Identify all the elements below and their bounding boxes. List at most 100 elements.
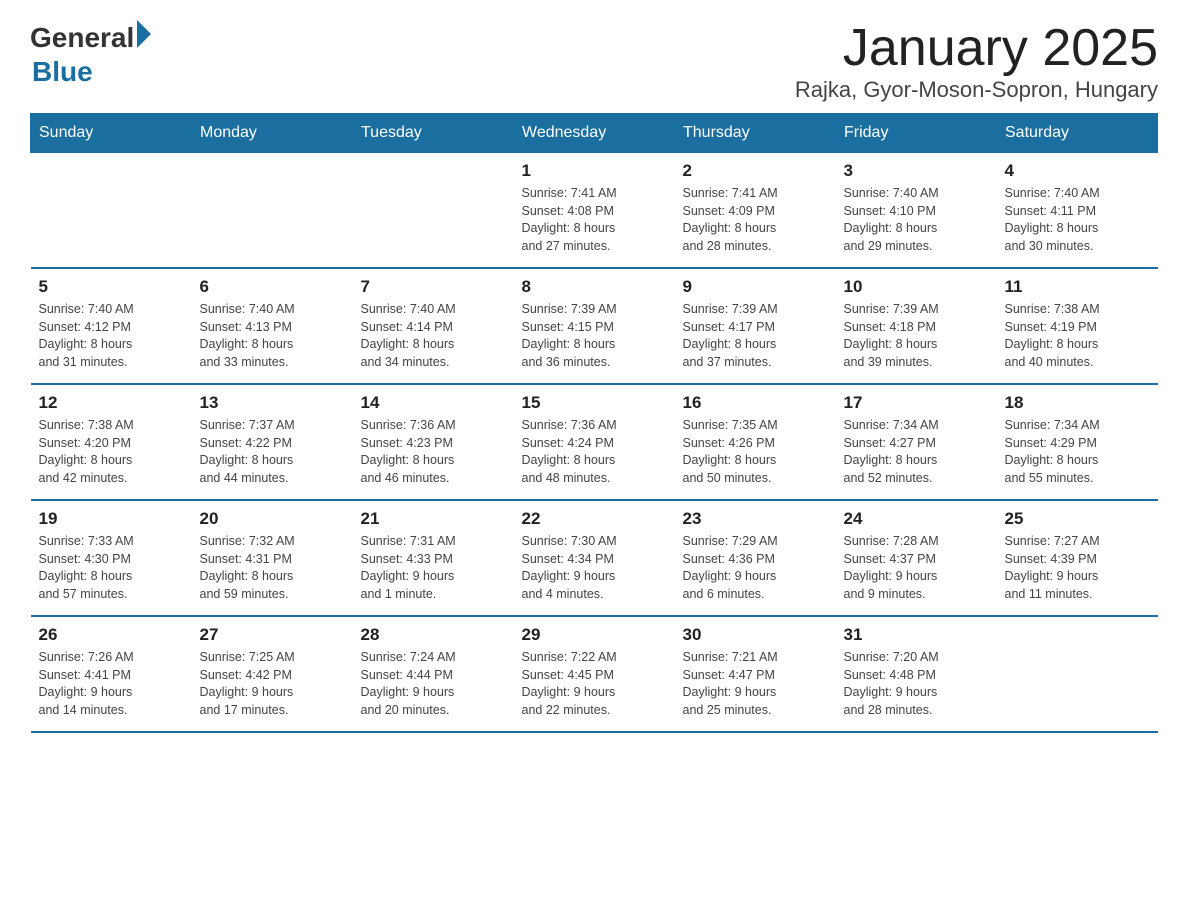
day-number: 13 — [200, 393, 345, 413]
calendar-cell — [192, 153, 353, 269]
day-info: Sunrise: 7:40 AM Sunset: 4:14 PM Dayligh… — [361, 301, 506, 371]
day-number: 21 — [361, 509, 506, 529]
logo-arrow-icon — [137, 20, 151, 48]
day-info: Sunrise: 7:41 AM Sunset: 4:08 PM Dayligh… — [522, 185, 667, 255]
day-info: Sunrise: 7:22 AM Sunset: 4:45 PM Dayligh… — [522, 649, 667, 719]
page-subtitle: Rajka, Gyor-Moson-Sopron, Hungary — [795, 77, 1158, 103]
day-info: Sunrise: 7:36 AM Sunset: 4:23 PM Dayligh… — [361, 417, 506, 487]
day-info: Sunrise: 7:21 AM Sunset: 4:47 PM Dayligh… — [683, 649, 828, 719]
calendar-cell: 15Sunrise: 7:36 AM Sunset: 4:24 PM Dayli… — [514, 384, 675, 500]
day-number: 2 — [683, 161, 828, 181]
day-number: 23 — [683, 509, 828, 529]
day-info: Sunrise: 7:40 AM Sunset: 4:13 PM Dayligh… — [200, 301, 345, 371]
calendar-cell: 6 Sunrise: 7:40 AM Sunset: 4:13 PM Daylig… — [192, 268, 353, 384]
day-number: 1 — [522, 161, 667, 181]
calendar-table: Sunday Monday Tuesday Wednesday Thursday… — [30, 113, 1158, 733]
day-info: Sunrise: 7:24 AM Sunset: 4:44 PM Dayligh… — [361, 649, 506, 719]
day-info: Sunrise: 7:26 AM Sunset: 4:41 PM Dayligh… — [39, 649, 184, 719]
day-number: 28 — [361, 625, 506, 645]
day-number: 15 — [522, 393, 667, 413]
calendar-cell: 17Sunrise: 7:34 AM Sunset: 4:27 PM Dayli… — [836, 384, 997, 500]
calendar-cell: 2 Sunrise: 7:41 AM Sunset: 4:09 PM Daylig… — [675, 153, 836, 269]
calendar-week-row: 19 Sunrise: 7:33 AM Sunset: 4:30 PM Dayli… — [31, 500, 1158, 616]
day-info: Sunrise: 7:38 AM Sunset: 4:19 PM Dayligh… — [1005, 301, 1150, 371]
day-number: 3 — [844, 161, 989, 181]
day-info: Sunrise: 7:37 AM Sunset: 4:22 PM Dayligh… — [200, 417, 345, 487]
logo: General Blue — [30, 20, 151, 88]
calendar-cell: 24 Sunrise: 7:28 AM Sunset: 4:37 PM Dayli… — [836, 500, 997, 616]
calendar-cell: 9 Sunrise: 7:39 AM Sunset: 4:17 PM Daylig… — [675, 268, 836, 384]
header-tuesday: Tuesday — [353, 114, 514, 153]
day-info: Sunrise: 7:30 AM Sunset: 4:34 PM Dayligh… — [522, 533, 667, 603]
day-info: Sunrise: 7:25 AM Sunset: 4:42 PM Dayligh… — [200, 649, 345, 719]
calendar-cell: 20Sunrise: 7:32 AM Sunset: 4:31 PM Dayli… — [192, 500, 353, 616]
page-title: January 2025 — [795, 20, 1158, 77]
day-info: Sunrise: 7:33 AM Sunset: 4:30 PM Dayligh… — [39, 533, 184, 603]
day-number: 12 — [39, 393, 184, 413]
calendar-cell: 8Sunrise: 7:39 AM Sunset: 4:15 PM Daylig… — [514, 268, 675, 384]
day-info: Sunrise: 7:34 AM Sunset: 4:29 PM Dayligh… — [1005, 417, 1150, 487]
calendar-cell: 21Sunrise: 7:31 AM Sunset: 4:33 PM Dayli… — [353, 500, 514, 616]
calendar-cell: 19 Sunrise: 7:33 AM Sunset: 4:30 PM Dayli… — [31, 500, 192, 616]
calendar-week-row: 5 Sunrise: 7:40 AM Sunset: 4:12 PM Daylig… — [31, 268, 1158, 384]
day-number: 8 — [522, 277, 667, 297]
calendar-week-row: 12 Sunrise: 7:38 AM Sunset: 4:20 PM Dayli… — [31, 384, 1158, 500]
calendar-cell: 25 Sunrise: 7:27 AM Sunset: 4:39 PM Dayli… — [997, 500, 1158, 616]
day-number: 20 — [200, 509, 345, 529]
day-info: Sunrise: 7:28 AM Sunset: 4:37 PM Dayligh… — [844, 533, 989, 603]
day-info: Sunrise: 7:39 AM Sunset: 4:17 PM Dayligh… — [683, 301, 828, 371]
header-thursday: Thursday — [675, 114, 836, 153]
day-number: 19 — [39, 509, 184, 529]
page-header: General Blue January 2025 Rajka, Gyor-Mo… — [30, 20, 1158, 103]
calendar-cell: 14 Sunrise: 7:36 AM Sunset: 4:23 PM Dayli… — [353, 384, 514, 500]
day-info: Sunrise: 7:40 AM Sunset: 4:12 PM Dayligh… — [39, 301, 184, 371]
day-number: 26 — [39, 625, 184, 645]
calendar-cell: 11Sunrise: 7:38 AM Sunset: 4:19 PM Dayli… — [997, 268, 1158, 384]
day-number: 5 — [39, 277, 184, 297]
calendar-cell: 18 Sunrise: 7:34 AM Sunset: 4:29 PM Dayli… — [997, 384, 1158, 500]
day-number: 6 — [200, 277, 345, 297]
title-block: January 2025 Rajka, Gyor-Moson-Sopron, H… — [795, 20, 1158, 103]
calendar-week-row: 1 Sunrise: 7:41 AM Sunset: 4:08 PM Daylig… — [31, 153, 1158, 269]
weekday-header-row: Sunday Monday Tuesday Wednesday Thursday… — [31, 114, 1158, 153]
day-number: 30 — [683, 625, 828, 645]
day-number: 9 — [683, 277, 828, 297]
day-number: 25 — [1005, 509, 1150, 529]
calendar-cell: 12 Sunrise: 7:38 AM Sunset: 4:20 PM Dayli… — [31, 384, 192, 500]
day-info: Sunrise: 7:27 AM Sunset: 4:39 PM Dayligh… — [1005, 533, 1150, 603]
calendar-cell: 31Sunrise: 7:20 AM Sunset: 4:48 PM Dayli… — [836, 616, 997, 732]
day-number: 27 — [200, 625, 345, 645]
calendar-cell: 26 Sunrise: 7:26 AM Sunset: 4:41 PM Dayli… — [31, 616, 192, 732]
day-info: Sunrise: 7:20 AM Sunset: 4:48 PM Dayligh… — [844, 649, 989, 719]
calendar-cell: 30 Sunrise: 7:21 AM Sunset: 4:47 PM Dayli… — [675, 616, 836, 732]
day-info: Sunrise: 7:38 AM Sunset: 4:20 PM Dayligh… — [39, 417, 184, 487]
day-number: 10 — [844, 277, 989, 297]
calendar-body: 1 Sunrise: 7:41 AM Sunset: 4:08 PM Daylig… — [31, 153, 1158, 733]
header-friday: Friday — [836, 114, 997, 153]
header-wednesday: Wednesday — [514, 114, 675, 153]
day-number: 18 — [1005, 393, 1150, 413]
calendar-cell — [31, 153, 192, 269]
calendar-cell: 5 Sunrise: 7:40 AM Sunset: 4:12 PM Daylig… — [31, 268, 192, 384]
day-number: 22 — [522, 509, 667, 529]
day-info: Sunrise: 7:39 AM Sunset: 4:18 PM Dayligh… — [844, 301, 989, 371]
calendar-cell: 3Sunrise: 7:40 AM Sunset: 4:10 PM Daylig… — [836, 153, 997, 269]
calendar-cell: 7Sunrise: 7:40 AM Sunset: 4:14 PM Daylig… — [353, 268, 514, 384]
calendar-header: Sunday Monday Tuesday Wednesday Thursday… — [31, 114, 1158, 153]
calendar-week-row: 26 Sunrise: 7:26 AM Sunset: 4:41 PM Dayli… — [31, 616, 1158, 732]
day-info: Sunrise: 7:29 AM Sunset: 4:36 PM Dayligh… — [683, 533, 828, 603]
day-number: 14 — [361, 393, 506, 413]
calendar-cell: 23 Sunrise: 7:29 AM Sunset: 4:36 PM Dayli… — [675, 500, 836, 616]
day-info: Sunrise: 7:41 AM Sunset: 4:09 PM Dayligh… — [683, 185, 828, 255]
day-number: 29 — [522, 625, 667, 645]
calendar-cell: 10 Sunrise: 7:39 AM Sunset: 4:18 PM Dayli… — [836, 268, 997, 384]
calendar-cell: 28 Sunrise: 7:24 AM Sunset: 4:44 PM Dayli… — [353, 616, 514, 732]
calendar-cell: 4 Sunrise: 7:40 AM Sunset: 4:11 PM Daylig… — [997, 153, 1158, 269]
calendar-cell: 22 Sunrise: 7:30 AM Sunset: 4:34 PM Dayli… — [514, 500, 675, 616]
calendar-cell: 27 Sunrise: 7:25 AM Sunset: 4:42 PM Dayli… — [192, 616, 353, 732]
day-number: 17 — [844, 393, 989, 413]
day-number: 4 — [1005, 161, 1150, 181]
day-number: 24 — [844, 509, 989, 529]
day-info: Sunrise: 7:40 AM Sunset: 4:11 PM Dayligh… — [1005, 185, 1150, 255]
calendar-cell: 16Sunrise: 7:35 AM Sunset: 4:26 PM Dayli… — [675, 384, 836, 500]
